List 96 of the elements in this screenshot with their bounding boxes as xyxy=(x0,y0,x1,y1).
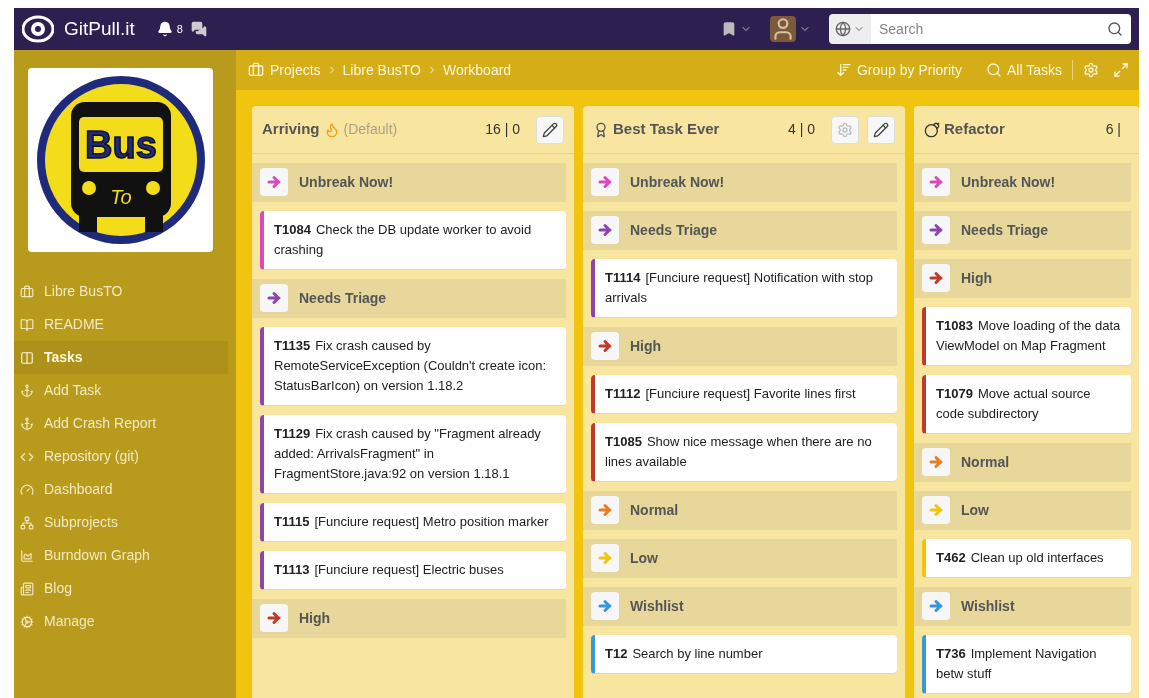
task-text: T1115 [Funciure request] Metro position marker xyxy=(274,514,549,529)
sidebar-item[interactable]: README xyxy=(14,308,228,341)
task-card[interactable]: T12 Search by line number xyxy=(591,635,897,674)
task-card[interactable]: T1083 Move loading of the data ViewModel on Map Fragment xyxy=(922,307,1131,366)
search-icon[interactable] xyxy=(1107,21,1123,37)
search-icon xyxy=(986,62,1002,78)
chat-icon[interactable] xyxy=(190,21,207,37)
column-title: Best Task Ever xyxy=(613,119,720,140)
sidebar-item[interactable]: Burndown Graph xyxy=(14,539,228,572)
priority-label: Unbreak Now! xyxy=(299,172,394,192)
edit-button[interactable] xyxy=(536,115,564,144)
column-title: Arriving xyxy=(262,119,320,140)
task-text: T1079 Move actual source code subdirectory xyxy=(936,386,1091,421)
priority-label: High xyxy=(299,608,331,628)
briefcase-icon xyxy=(248,62,264,78)
bookmark-icon[interactable] xyxy=(721,21,737,37)
project-logo: Bus To xyxy=(28,68,213,252)
priority-label: Unbreak Now! xyxy=(961,172,1056,192)
task-card[interactable]: T736 Implement Navigation betw stuff xyxy=(922,635,1131,694)
priority-label: High xyxy=(961,268,993,288)
anchor-icon xyxy=(20,416,34,431)
gauge-icon xyxy=(20,482,34,497)
column-count: 6 | xyxy=(1105,120,1121,139)
task-card[interactable]: T1135 Fix crash caused by RemoteServiceException (Couldn't create icon: StatusBarIcon) on version 1.18.2 xyxy=(260,327,566,406)
sidebar-item[interactable]: Repository (git) xyxy=(14,440,228,473)
anchor-icon xyxy=(20,383,34,398)
bomb-icon xyxy=(924,121,940,138)
task-text: T1084 Check the DB update worker to avoid crashing xyxy=(274,222,532,257)
priority-label: Wishlist xyxy=(630,596,684,616)
edit-button[interactable] xyxy=(867,115,895,144)
all-tasks-button[interactable]: All Tasks xyxy=(986,59,1062,81)
task-text: T462 Clean up old interfaces xyxy=(936,550,1104,565)
task-text: T1083 Move loading of the data ViewModel on Map Fragment xyxy=(936,318,1121,353)
sidebar-item[interactable]: Add Task xyxy=(14,374,228,407)
eye-logo-icon xyxy=(22,15,54,43)
task-text: T1114 [Funciure request] Notification with stop arrivals xyxy=(605,270,874,305)
task-card[interactable]: T462 Clean up old interfaces xyxy=(922,539,1131,578)
column-count: 16 | 0 xyxy=(485,120,520,139)
column-count: 4 | 0 xyxy=(788,120,815,139)
sidebar-item[interactable]: Tasks xyxy=(14,341,228,374)
priority-label: Low xyxy=(961,500,989,520)
priority-label: Low xyxy=(630,548,658,568)
scope-dropdown[interactable] xyxy=(829,14,871,44)
sidebar-item[interactable]: Libre BusTO xyxy=(14,275,228,308)
pencil-icon xyxy=(542,121,558,138)
task-card[interactable]: T1084 Check the DB update worker to avoid crashing xyxy=(260,211,566,270)
sidebar-item[interactable]: Blog xyxy=(14,572,228,605)
priority-label: Needs Triage xyxy=(299,288,387,308)
priority-label: Normal xyxy=(630,500,679,520)
avatar-icon[interactable] xyxy=(770,16,796,42)
breadcrumb-link[interactable]: Workboard xyxy=(442,59,512,81)
task-text: T1129 Fix crash caused by "Fragment already added: ArrivalsFragment" in FragmentStore.java:92 on version 1.18.1 xyxy=(274,426,541,481)
priority-label: Needs Triage xyxy=(630,220,718,240)
brand-name[interactable]: GitPull.it xyxy=(64,14,135,44)
cogs-icon xyxy=(20,614,34,629)
task-text: T1085 Show nice message when there are no lines available xyxy=(605,434,872,469)
breadcrumb-link[interactable]: Projects xyxy=(270,59,321,81)
task-text: T1113 [Funciure request] Electric buses xyxy=(274,562,504,577)
column-title: Refactor xyxy=(944,119,1005,140)
task-card[interactable]: T1079 Move actual source code subdirectory xyxy=(922,375,1131,434)
task-card[interactable]: T1113 [Funciure request] Electric buses xyxy=(260,551,566,590)
bell-icon[interactable] xyxy=(156,21,173,37)
column-default-label: (Default) xyxy=(343,120,398,139)
area-chart-icon xyxy=(20,548,34,563)
task-card[interactable]: T1085 Show nice message when there are no lines available xyxy=(591,423,897,482)
sidebar-item[interactable]: Subprojects xyxy=(14,506,228,539)
search-field[interactable]: Search xyxy=(871,14,1131,44)
pencil-icon xyxy=(873,121,889,138)
book-icon xyxy=(20,317,34,332)
settings-icon xyxy=(837,121,853,138)
group-by-button[interactable]: Group by Priority xyxy=(835,59,962,81)
newspaper-icon xyxy=(20,581,34,596)
task-text: T12 Search by line number xyxy=(605,646,763,661)
task-card[interactable]: T1129 Fix crash caused by "Fragment already added: ArrivalsFragment" in FragmentStore.java:92 on version 1.18.1 xyxy=(260,415,566,494)
sidebar-item[interactable]: Manage xyxy=(14,605,228,638)
task-card[interactable]: T1112 [Funciure request] Favorite lines first xyxy=(591,375,897,414)
sort-icon xyxy=(835,62,852,78)
breadcrumb-link[interactable]: Libre BusTO xyxy=(342,59,421,81)
sidebar-item[interactable]: Dashboard xyxy=(14,473,228,506)
task-text: T1135 Fix crash caused by RemoteServiceException (Couldn't create icon: StatusBarIcon) on version 1.18.2 xyxy=(274,338,546,393)
priority-label: High xyxy=(630,336,662,356)
priority-label: Unbreak Now! xyxy=(630,172,725,192)
sidebar-item[interactable]: Add Crash Report xyxy=(14,407,228,440)
task-card[interactable]: T1115 [Funciure request] Metro position marker xyxy=(260,503,566,542)
task-card[interactable]: T1114 [Funciure request] Notification with stop arrivals xyxy=(591,259,897,318)
columns-icon xyxy=(20,350,34,365)
briefcase-icon xyxy=(20,284,34,299)
priority-label: Needs Triage xyxy=(961,220,1049,240)
task-text: T1112 [Funciure request] Favorite lines first xyxy=(605,386,856,401)
globe-icon xyxy=(835,21,851,37)
award-icon xyxy=(593,121,609,138)
priority-label: Normal xyxy=(961,452,1010,472)
priority-label: Wishlist xyxy=(961,596,1015,616)
hierarchy-icon xyxy=(20,515,34,530)
notification-count: 8 xyxy=(176,21,183,37)
task-text: T736 Implement Navigation betw stuff xyxy=(936,646,1097,681)
